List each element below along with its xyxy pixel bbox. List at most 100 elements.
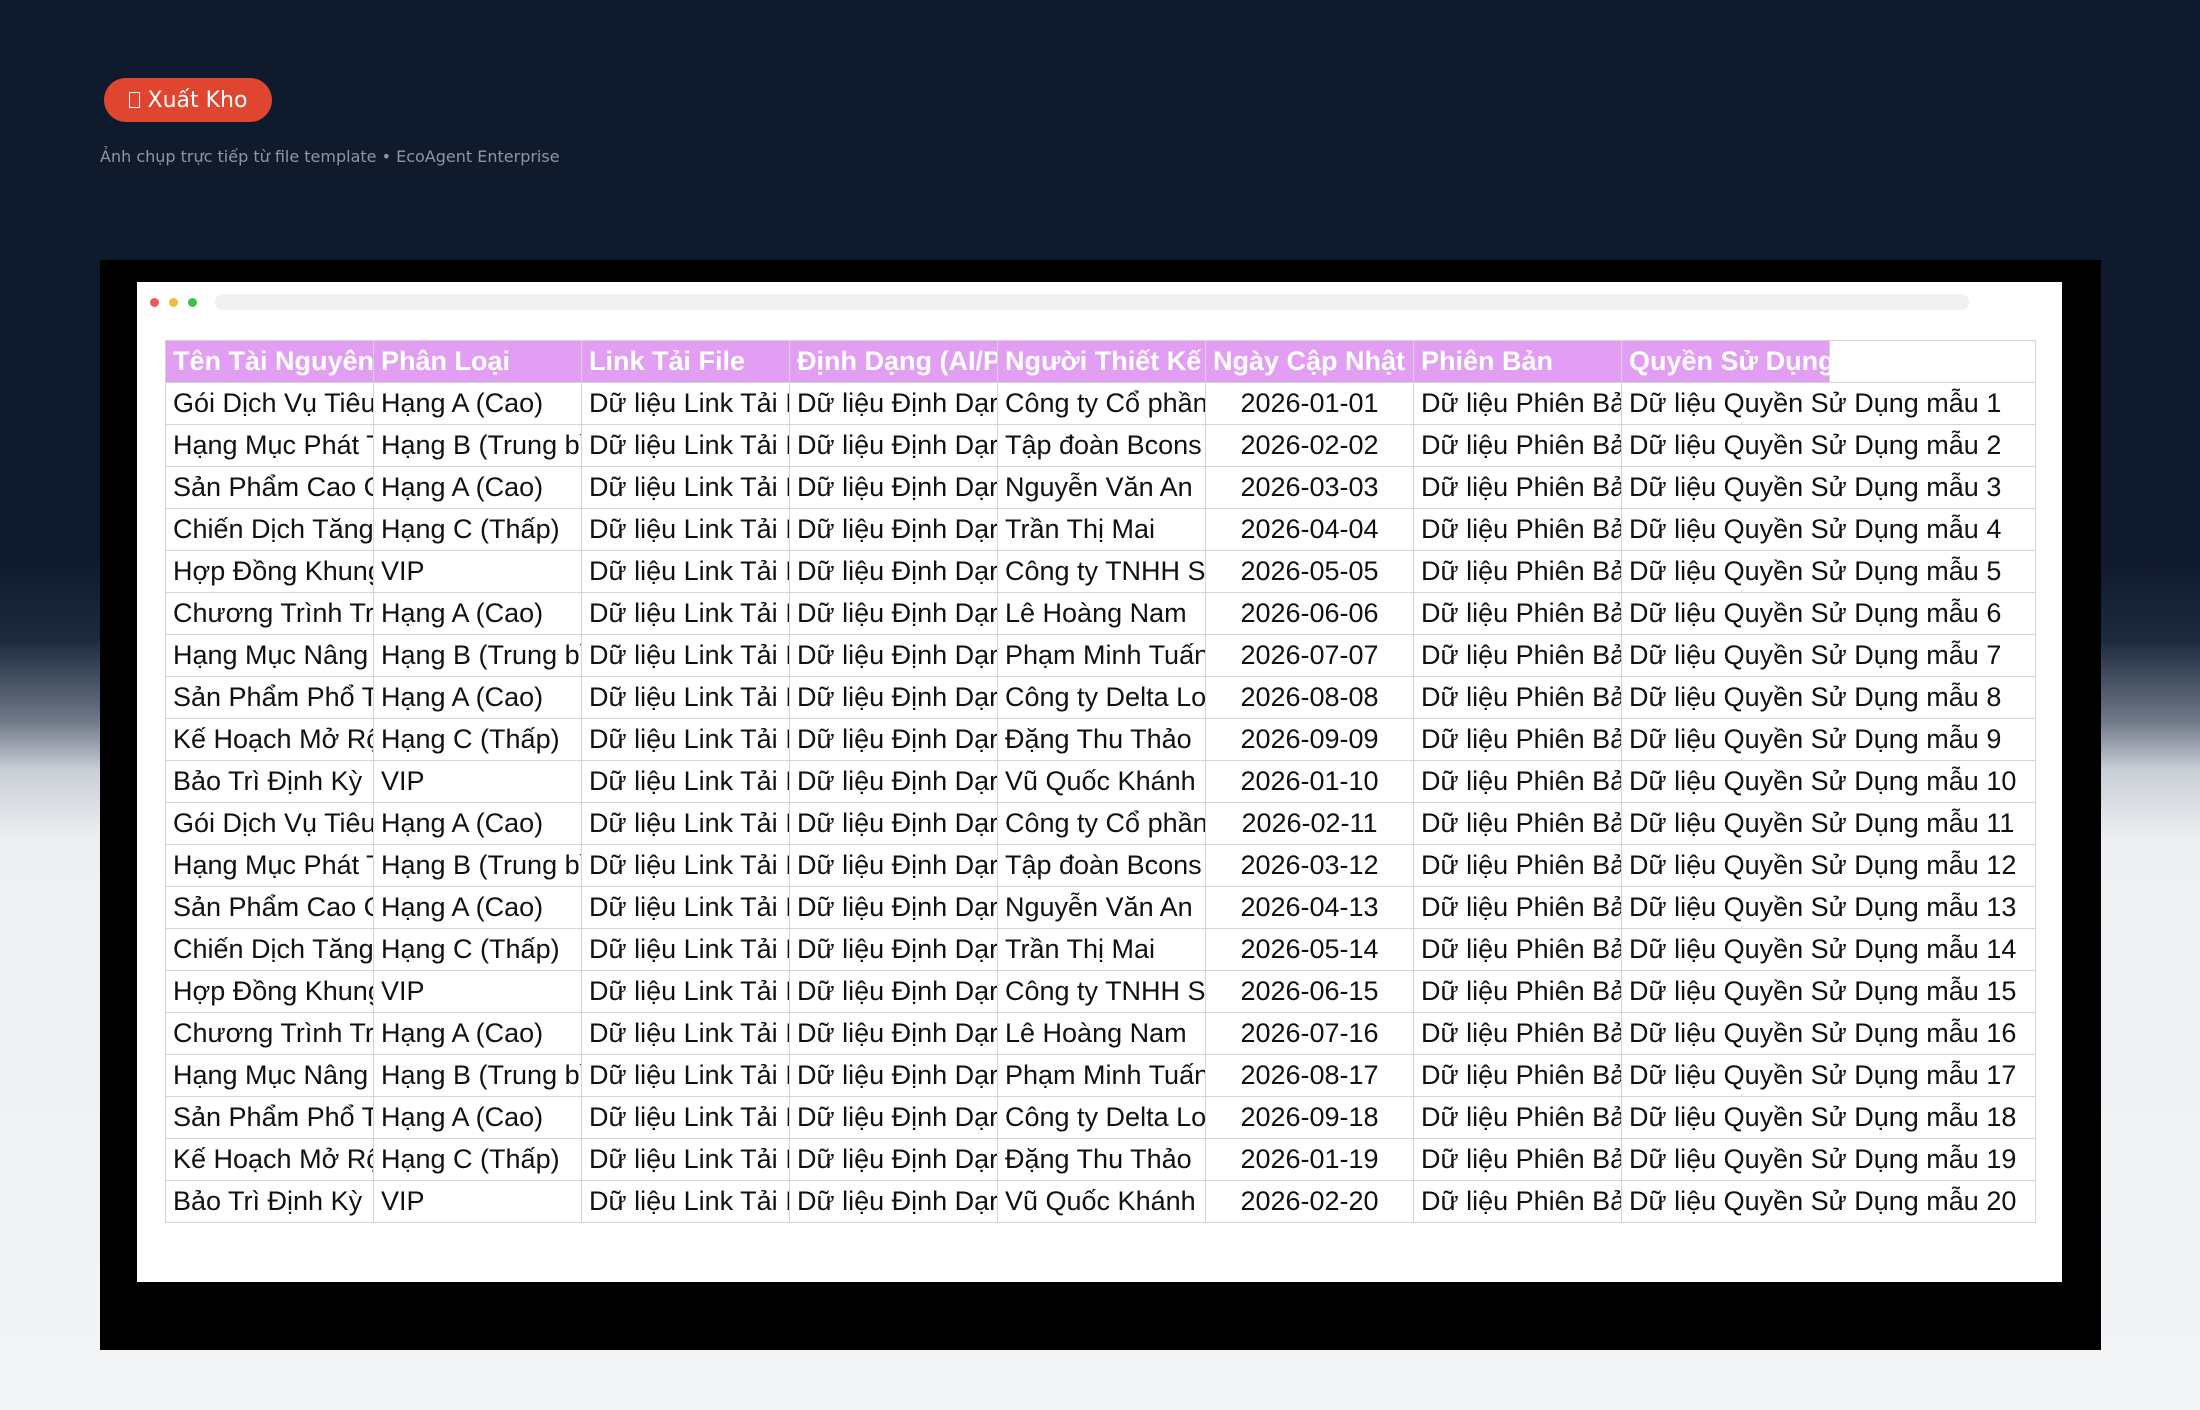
table-cell[interactable]: Sản Phẩm Cao C — [165, 886, 374, 929]
table-cell[interactable]: Công ty TNHH S — [997, 970, 1206, 1013]
table-cell[interactable]: VIP — [373, 970, 582, 1013]
table-cell[interactable]: Dữ liệu Phiên Bả — [1413, 424, 1622, 467]
table-cell[interactable]: Dữ liệu Quyền Sử Dụng mẫu 8 — [1621, 676, 2036, 719]
table-cell[interactable]: Dữ liệu Link Tải I — [581, 1180, 790, 1223]
table-cell[interactable]: Dữ liệu Phiên Bả — [1413, 1138, 1622, 1181]
table-cell[interactable]: Dữ liệu Quyền Sử Dụng mẫu 17 — [1621, 1054, 2036, 1097]
table-cell[interactable]: Dữ liệu Định Dạr — [789, 676, 998, 719]
table-cell[interactable]: Dữ liệu Quyền Sử Dụng mẫu 3 — [1621, 466, 2036, 509]
table-cell[interactable]: Dữ liệu Link Tải I — [581, 466, 790, 509]
table-cell[interactable]: Dữ liệu Định Dạr — [789, 424, 998, 467]
table-cell[interactable]: Phạm Minh Tuấn — [997, 634, 1206, 677]
table-cell[interactable]: Dữ liệu Link Tải I — [581, 844, 790, 887]
table-cell[interactable]: 2026-04-04 — [1205, 508, 1414, 551]
table-cell[interactable]: Hợp Đồng Khung — [165, 550, 374, 593]
table-cell[interactable]: Chiến Dịch Tăng — [165, 508, 374, 551]
column-header[interactable]: Quyền Sử Dụng — [1621, 340, 1835, 383]
table-cell[interactable]: Công ty Delta Lo — [997, 1096, 1206, 1139]
table-cell[interactable]: Đặng Thu Thảo — [997, 1138, 1206, 1181]
table-cell[interactable]: 2026-07-16 — [1205, 1012, 1414, 1055]
table-cell[interactable]: 2026-04-13 — [1205, 886, 1414, 929]
table-cell[interactable]: 2026-08-17 — [1205, 1054, 1414, 1097]
table-cell[interactable]: Chương Trình Tr — [165, 592, 374, 635]
table-cell[interactable]: Hạng C (Thấp) — [373, 508, 582, 551]
table-cell[interactable]: 2026-03-03 — [1205, 466, 1414, 509]
table-cell[interactable]: Dữ liệu Phiên Bả — [1413, 508, 1622, 551]
table-cell[interactable]: Dữ liệu Phiên Bả — [1413, 928, 1622, 971]
table-cell[interactable]: Dữ liệu Định Dạr — [789, 550, 998, 593]
table-cell[interactable]: Dữ liệu Phiên Bả — [1413, 550, 1622, 593]
table-cell[interactable]: Dữ liệu Định Dạr — [789, 382, 998, 425]
table-cell[interactable]: Dữ liệu Định Dạr — [789, 634, 998, 677]
table-cell[interactable]: Nguyễn Văn An — [997, 886, 1206, 929]
table-cell[interactable]: Dữ liệu Định Dạr — [789, 718, 998, 761]
table-cell[interactable]: 2026-02-11 — [1205, 802, 1414, 845]
column-header[interactable]: Phân Loại — [373, 340, 582, 383]
table-cell[interactable]: Dữ liệu Phiên Bả — [1413, 718, 1622, 761]
table-cell[interactable]: Chiến Dịch Tăng — [165, 928, 374, 971]
table-cell[interactable]: Dữ liệu Định Dạr — [789, 886, 998, 929]
table-cell[interactable]: 2026-01-10 — [1205, 760, 1414, 803]
table-cell[interactable]: Vũ Quốc Khánh — [997, 760, 1206, 803]
table-cell[interactable]: Dữ liệu Link Tải I — [581, 508, 790, 551]
table-cell[interactable]: 2026-08-08 — [1205, 676, 1414, 719]
table-cell[interactable]: Dữ liệu Link Tải I — [581, 1138, 790, 1181]
table-cell[interactable]: Dữ liệu Định Dạr — [789, 1054, 998, 1097]
table-cell[interactable]: Dữ liệu Phiên Bả — [1413, 1096, 1622, 1139]
table-cell[interactable]: Công ty Cổ phần — [997, 802, 1206, 845]
table-cell[interactable]: Dữ liệu Quyền Sử Dụng mẫu 7 — [1621, 634, 2036, 677]
table-cell[interactable]: Hạng A (Cao) — [373, 886, 582, 929]
table-cell[interactable]: 2026-06-15 — [1205, 970, 1414, 1013]
table-cell[interactable]: 2026-01-19 — [1205, 1138, 1414, 1181]
table-cell[interactable]: Dữ liệu Định Dạr — [789, 508, 998, 551]
column-header[interactable]: Phiên Bản — [1413, 340, 1622, 383]
table-cell[interactable]: Dữ liệu Định Dạr — [789, 928, 998, 971]
table-cell[interactable]: Dữ liệu Định Dạr — [789, 1012, 998, 1055]
table-cell[interactable]: Dữ liệu Quyền Sử Dụng mẫu 20 — [1621, 1180, 2036, 1223]
table-cell[interactable]: Dữ liệu Link Tải I — [581, 424, 790, 467]
table-cell[interactable]: Gói Dịch Vụ Tiêu — [165, 382, 374, 425]
table-cell[interactable]: Dữ liệu Quyền Sử Dụng mẫu 12 — [1621, 844, 2036, 887]
table-cell[interactable]: Hạng A (Cao) — [373, 802, 582, 845]
table-cell[interactable]: Dữ liệu Định Dạr — [789, 592, 998, 635]
table-cell[interactable]: Dữ liệu Link Tải I — [581, 718, 790, 761]
table-cell[interactable]: Dữ liệu Phiên Bả — [1413, 466, 1622, 509]
table-cell[interactable]: Dữ liệu Phiên Bả — [1413, 592, 1622, 635]
table-cell[interactable]: 2026-01-01 — [1205, 382, 1414, 425]
table-cell[interactable]: Dữ liệu Link Tải I — [581, 1096, 790, 1139]
table-cell[interactable]: Kế Hoạch Mở Rộ — [165, 1138, 374, 1181]
column-header[interactable]: Tên Tài Nguyên — [165, 340, 374, 383]
table-cell[interactable]: Dữ liệu Link Tải I — [581, 928, 790, 971]
table-cell[interactable]: Dữ liệu Quyền Sử Dụng mẫu 2 — [1621, 424, 2036, 467]
table-cell[interactable]: Dữ liệu Định Dạr — [789, 970, 998, 1013]
table-cell[interactable]: Dữ liệu Link Tải I — [581, 550, 790, 593]
table-cell[interactable]: Dữ liệu Link Tải I — [581, 760, 790, 803]
table-cell[interactable]: Hạng A (Cao) — [373, 1012, 582, 1055]
table-cell[interactable]: Kế Hoạch Mở Rộ — [165, 718, 374, 761]
table-cell[interactable]: 2026-07-07 — [1205, 634, 1414, 677]
table-cell[interactable]: 2026-05-14 — [1205, 928, 1414, 971]
table-cell[interactable]: Phạm Minh Tuấn — [997, 1054, 1206, 1097]
table-cell[interactable]: Dữ liệu Link Tải I — [581, 970, 790, 1013]
table-cell[interactable]: Công ty TNHH S — [997, 550, 1206, 593]
table-cell[interactable]: Lê Hoàng Nam — [997, 1012, 1206, 1055]
table-cell[interactable]: Dữ liệu Link Tải I — [581, 886, 790, 929]
table-cell[interactable]: Dữ liệu Link Tải I — [581, 592, 790, 635]
table-cell[interactable]: Dữ liệu Phiên Bả — [1413, 886, 1622, 929]
table-cell[interactable]: Dữ liệu Quyền Sử Dụng mẫu 14 — [1621, 928, 2036, 971]
table-cell[interactable]: Hạng A (Cao) — [373, 676, 582, 719]
table-cell[interactable]: Dữ liệu Link Tải I — [581, 676, 790, 719]
table-cell[interactable]: Dữ liệu Quyền Sử Dụng mẫu 5 — [1621, 550, 2036, 593]
table-cell[interactable]: Nguyễn Văn An — [997, 466, 1206, 509]
table-cell[interactable]: Vũ Quốc Khánh — [997, 1180, 1206, 1223]
table-cell[interactable]: Dữ liệu Định Dạr — [789, 802, 998, 845]
table-cell[interactable]: Hạng C (Thấp) — [373, 1138, 582, 1181]
column-header[interactable]: Định Dạng (AI/P — [789, 340, 998, 383]
table-cell[interactable]: Dữ liệu Quyền Sử Dụng mẫu 19 — [1621, 1138, 2036, 1181]
table-cell[interactable]: Dữ liệu Định Dạr — [789, 844, 998, 887]
table-cell[interactable]: Tập đoàn Bcons — [997, 424, 1206, 467]
table-cell[interactable]: Dữ liệu Link Tải I — [581, 802, 790, 845]
table-cell[interactable]: Hạng Mục Nâng — [165, 1054, 374, 1097]
table-cell[interactable]: Dữ liệu Định Dạr — [789, 760, 998, 803]
table-cell[interactable]: Dữ liệu Phiên Bả — [1413, 1012, 1622, 1055]
